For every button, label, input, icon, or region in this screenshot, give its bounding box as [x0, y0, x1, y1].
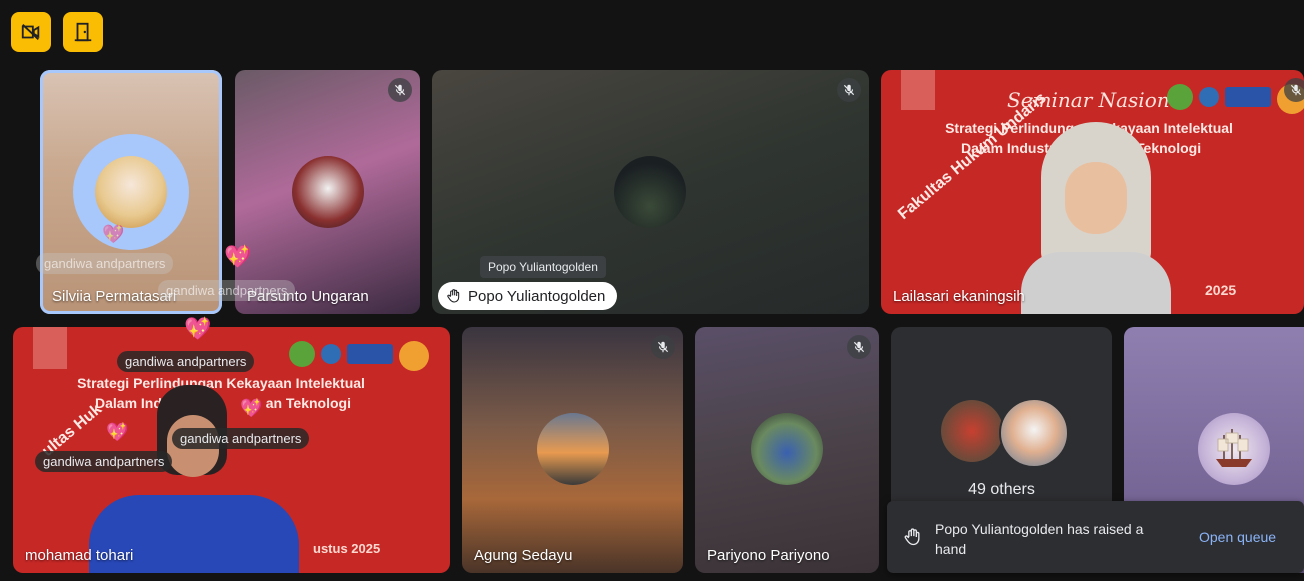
door-exit-icon	[74, 22, 92, 42]
heart-reaction-icon: 💖	[102, 224, 125, 244]
raised-hand-icon	[904, 528, 920, 546]
avatar	[73, 134, 189, 250]
avatar	[614, 156, 686, 228]
speaker-video	[79, 385, 299, 573]
ship-icon	[1216, 429, 1252, 467]
participant-tile-silviia[interactable]: Silviia Permatasari	[40, 70, 222, 314]
avatar	[999, 398, 1069, 468]
mic-off-icon	[843, 84, 855, 96]
avatar	[751, 413, 823, 485]
participant-name: mohamad tohari	[25, 547, 134, 564]
participant-tile-parsunto[interactable]: Parsunto Ungaran	[235, 70, 420, 314]
camera-off-button[interactable]	[11, 12, 51, 52]
banner-year: 2025	[1205, 282, 1237, 298]
avatar	[292, 156, 364, 228]
participant-name: Popo Yuliantogolden	[468, 287, 606, 305]
participant-tile-pariyono[interactable]: Pariyono Pariyono	[695, 327, 879, 573]
banner-logos	[289, 341, 429, 371]
mic-off-button	[651, 335, 675, 359]
reaction-sender-label: gandiwa andpartners	[172, 428, 310, 449]
avatar	[537, 413, 609, 485]
participant-name: Agung Sedayu	[474, 547, 573, 564]
mic-off-icon	[1290, 84, 1302, 96]
participant-tile-lailasari[interactable]: Seminar Nasional Strategi Perlindungan K…	[881, 70, 1304, 314]
reaction-sender-label: gandiwa andpartners	[158, 280, 296, 301]
name-tooltip: Popo Yuliantogolden	[480, 256, 606, 278]
participant-name: Pariyono Pariyono	[707, 547, 830, 564]
mic-off-button	[388, 78, 412, 102]
heart-reaction-icon: 💖	[224, 244, 252, 269]
participant-tile-popo[interactable]: Popo Yuliantogolden Popo Yuliantogolden	[432, 70, 869, 314]
heart-reaction-icon: 💖	[106, 422, 129, 442]
raised-hand-notification: Popo Yuliantogolden has raised a hand Op…	[887, 501, 1304, 573]
mic-off-button	[837, 78, 861, 102]
participant-tile-agung[interactable]: Agung Sedayu	[462, 327, 683, 573]
open-queue-button[interactable]: Open queue	[1199, 529, 1276, 545]
mic-off-button	[847, 335, 871, 359]
raised-hand-name-pill: Popo Yuliantogolden	[438, 282, 618, 310]
speaker-video	[1021, 122, 1171, 314]
mic-off-icon	[394, 84, 406, 96]
mic-off-icon	[657, 341, 669, 353]
mic-off-button	[1284, 78, 1304, 102]
notification-message: Popo Yuliantogolden has raised a hand	[935, 521, 1144, 557]
reaction-sender-label: gandiwa andpartners	[117, 351, 255, 372]
reaction-sender-label: gandiwa andpartners	[36, 253, 174, 274]
avatar	[941, 400, 1003, 462]
heart-reaction-icon: 💖	[184, 316, 212, 341]
avatar	[1198, 413, 1270, 485]
participant-name: Lailasari ekaningsih	[893, 288, 1025, 305]
mic-off-icon	[853, 341, 865, 353]
leave-button[interactable]	[63, 12, 103, 52]
heart-reaction-icon: 💖	[240, 398, 263, 418]
reaction-sender-label: gandiwa andpartners	[35, 451, 173, 472]
raised-hand-icon	[447, 289, 460, 303]
others-count: 49 others	[968, 481, 1035, 498]
video-off-icon	[21, 23, 40, 41]
banner-date: ustus 2025	[313, 541, 381, 556]
